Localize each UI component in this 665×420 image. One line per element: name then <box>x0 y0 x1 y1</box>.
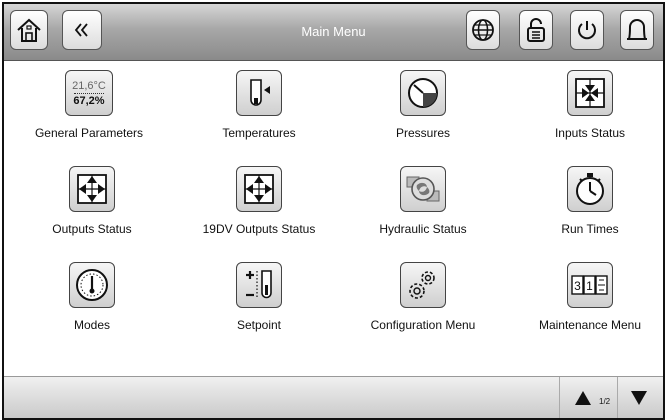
thermometer-icon <box>236 70 282 116</box>
menu-item-hydraulic-status[interactable]: Hydraulic Status <box>348 160 498 246</box>
menu-item-label: Configuration Menu <box>370 318 476 332</box>
menu-item-19dv-outputs-status[interactable]: 19DV Outputs Status <box>184 160 334 246</box>
globe-icon <box>472 19 494 41</box>
menu-item-general-parameters[interactable]: 21,6°C 67,2% General Parameters <box>14 64 164 150</box>
menu-item-configuration-menu[interactable]: Configuration Menu <box>348 256 498 342</box>
stopwatch-icon <box>567 166 613 212</box>
menu-item-label: Inputs Status <box>554 126 626 140</box>
counter-digit: 3 <box>574 279 581 293</box>
menu-item-maintenance-menu[interactable]: 3 1 Maintenance Menu <box>515 256 663 342</box>
menu-item-pressures[interactable]: Pressures <box>348 64 498 150</box>
power-icon <box>578 21 596 40</box>
language-button[interactable] <box>466 10 500 50</box>
counter-digit: 1 <box>586 279 593 293</box>
menu-item-label: Outputs Status <box>52 222 132 236</box>
modes-gauge-icon <box>69 262 115 308</box>
parameters-icon: 21,6°C 67,2% <box>65 70 113 116</box>
menu-item-label: Pressures <box>395 126 451 140</box>
bell-icon <box>627 19 647 40</box>
menu-item-inputs-status[interactable]: Inputs Status <box>515 64 663 150</box>
lock-icon <box>527 18 545 42</box>
page-indicator: 1/2 <box>599 397 611 406</box>
menu-item-label: Modes <box>73 318 111 332</box>
maintenance-counter-icon: 3 1 <box>567 262 613 308</box>
home-button[interactable] <box>10 10 48 50</box>
menu-item-label: Maintenance Menu <box>538 318 642 332</box>
menu-grid: 21,6°C 67,2% General Parameters Temperat… <box>4 62 663 362</box>
menu-item-run-times[interactable]: Run Times <box>515 160 663 246</box>
arrow-up-icon <box>575 391 591 405</box>
menu-item-outputs-status[interactable]: Outputs Status <box>17 160 167 246</box>
login-button[interactable] <box>519 10 553 50</box>
page-down-button[interactable] <box>618 377 663 418</box>
gears-icon <box>400 262 446 308</box>
top-bar: Main Menu <box>4 4 663 61</box>
menu-item-label: General Parameters <box>34 126 144 140</box>
gauge-icon <box>400 70 446 116</box>
menu-item-label: Hydraulic Status <box>379 222 467 236</box>
home-icon <box>17 18 41 42</box>
page-up-button[interactable] <box>560 377 594 418</box>
menu-item-modes[interactable]: Modes <box>17 256 167 342</box>
outputs-icon <box>69 166 115 212</box>
power-button[interactable] <box>570 10 604 50</box>
alarm-button[interactable] <box>620 10 654 50</box>
menu-item-label: Temperatures <box>222 126 296 140</box>
param-temperature: 21,6°C <box>72 79 106 92</box>
param-humidity: 67,2% <box>73 94 105 107</box>
app-window: Main Menu 21,6°C 67,2% General Parameter… <box>2 2 665 420</box>
setpoint-icon <box>236 262 282 308</box>
hydraulic-icon <box>400 166 446 212</box>
arrow-down-icon <box>631 391 647 405</box>
menu-item-label: Run Times <box>561 222 619 236</box>
double-chevron-left-icon <box>74 23 88 37</box>
menu-item-label: 19DV Outputs Status <box>202 222 316 236</box>
menu-item-setpoint[interactable]: Setpoint <box>184 256 334 342</box>
inputs-icon <box>567 70 613 116</box>
page-title: Main Menu <box>301 24 366 39</box>
footer-bar: 1/2 <box>4 376 663 418</box>
back-button[interactable] <box>62 10 102 50</box>
outputs-19dv-icon <box>236 166 282 212</box>
menu-item-temperatures[interactable]: Temperatures <box>184 64 334 150</box>
menu-item-label: Setpoint <box>236 318 282 332</box>
